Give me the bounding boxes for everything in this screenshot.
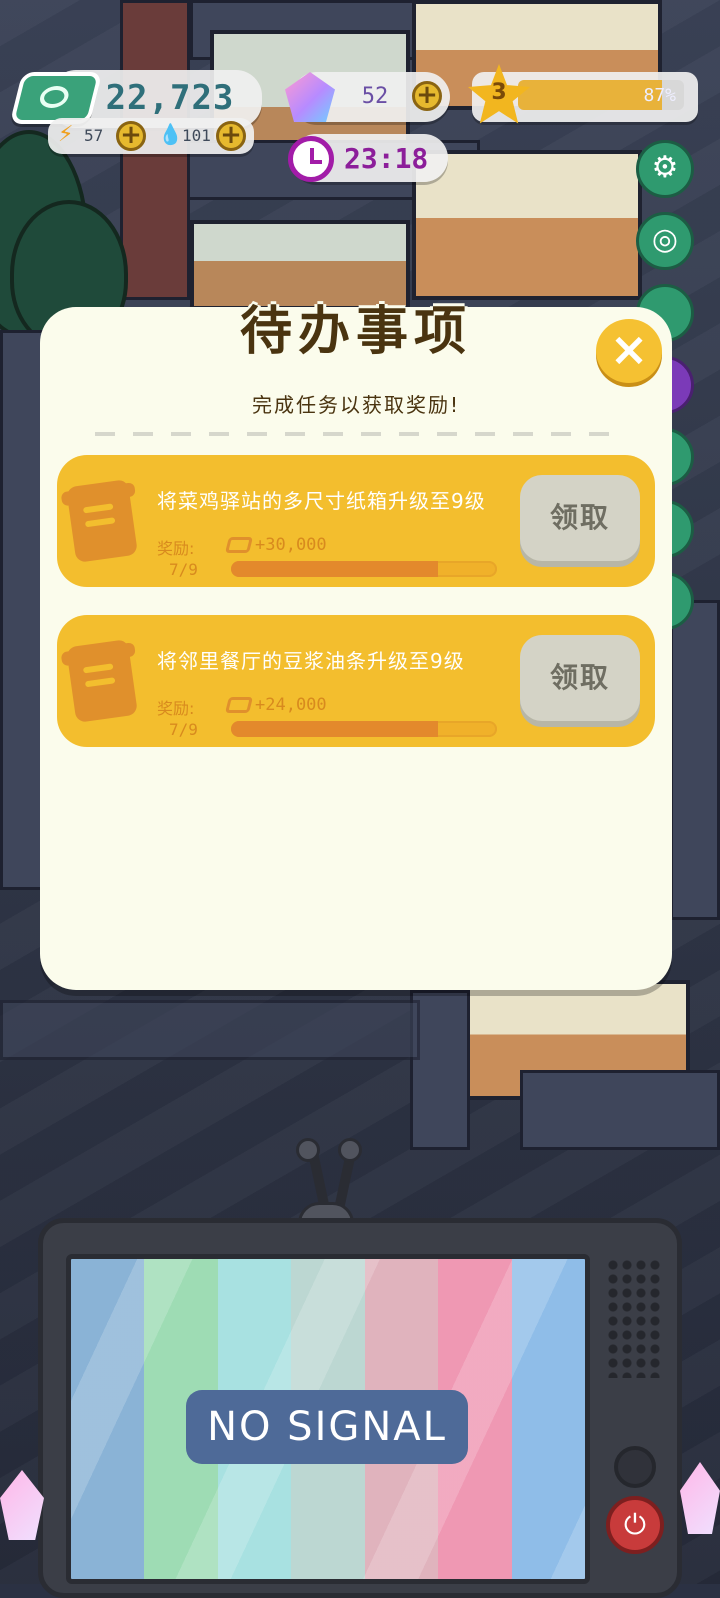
task-progress-label: 7/9 (169, 720, 198, 739)
claim-button[interactable]: 领取 (520, 635, 640, 721)
banknote-icon (225, 537, 253, 553)
add-water-button[interactable]: + (216, 121, 246, 151)
dialog-title: 待办事项 (239, 301, 472, 362)
task-card: 将菜鸡驿站的多尺寸纸箱升级至9级 奖励: +30,000 7/9 领取 (57, 455, 655, 587)
add-gems-button[interactable]: + (412, 81, 442, 111)
gear-icon: ⚙ (651, 150, 679, 185)
tv-speaker-grille (606, 1258, 664, 1378)
clock-icon (288, 136, 334, 182)
game-time: 23:18 (344, 142, 429, 175)
task-progress-label: 7/9 (169, 560, 198, 579)
energy-value: 57 (84, 126, 104, 145)
xp-percent: 87% (643, 85, 676, 106)
no-signal-label: NO SIGNAL (186, 1390, 468, 1464)
dialog-subtitle: 完成任务以获取奖励! (251, 393, 461, 417)
power-icon: ⏻ (623, 1508, 647, 1541)
settings-button[interactable]: ⚙ (636, 140, 694, 198)
water-drop-icon: 💧 (158, 122, 183, 146)
reward-value: +30,000 (255, 535, 327, 555)
banknote-icon (225, 697, 253, 713)
side-menu-button-2[interactable]: ◎ (636, 212, 694, 270)
xp-progress-bar: 87% (518, 80, 684, 110)
add-energy-button[interactable]: + (116, 121, 146, 151)
lightning-icon: ⚡ (58, 122, 74, 147)
close-icon: × (609, 322, 649, 376)
task-name: 将菜鸡驿站的多尺寸纸箱升级至9级 (157, 489, 486, 513)
task-progress-fill (231, 721, 438, 737)
player-level: 3 (491, 80, 507, 105)
water-value: 101 (182, 126, 211, 145)
xp-progress-fill (518, 80, 663, 110)
reward-label: 奖励: (157, 539, 195, 558)
dashed-divider (95, 432, 617, 436)
task-progress-bar (231, 561, 497, 577)
notepad-icon (66, 639, 138, 723)
reward-value: +24,000 (255, 695, 327, 715)
tv-power-button[interactable]: ⏻ (606, 1496, 664, 1554)
banknote-icon (9, 72, 103, 124)
todo-dialog: 待办事项 × 完成任务以获取奖励! 将菜鸡驿站的多尺寸纸箱升级至9级 奖励: +… (40, 301, 672, 990)
map-pin-icon: ◎ (651, 222, 679, 257)
task-progress-bar (231, 721, 497, 737)
tv-knob[interactable] (614, 1446, 656, 1488)
tv-antenna-tip-left (296, 1138, 320, 1162)
tv-antenna-tip-right (338, 1138, 362, 1162)
task-name: 将邻里餐厅的豆浆油条升级至9级 (157, 649, 465, 673)
claim-button[interactable]: 领取 (520, 475, 640, 561)
notepad-icon (66, 479, 138, 563)
money-value: 22,723 (105, 78, 235, 118)
task-progress-fill (231, 561, 438, 577)
task-card: 将邻里餐厅的豆浆油条升级至9级 奖励: +24,000 7/9 领取 (57, 615, 655, 747)
gem-value: 52 (361, 84, 389, 109)
reward-label: 奖励: (157, 699, 195, 718)
close-button[interactable]: × (596, 319, 662, 383)
